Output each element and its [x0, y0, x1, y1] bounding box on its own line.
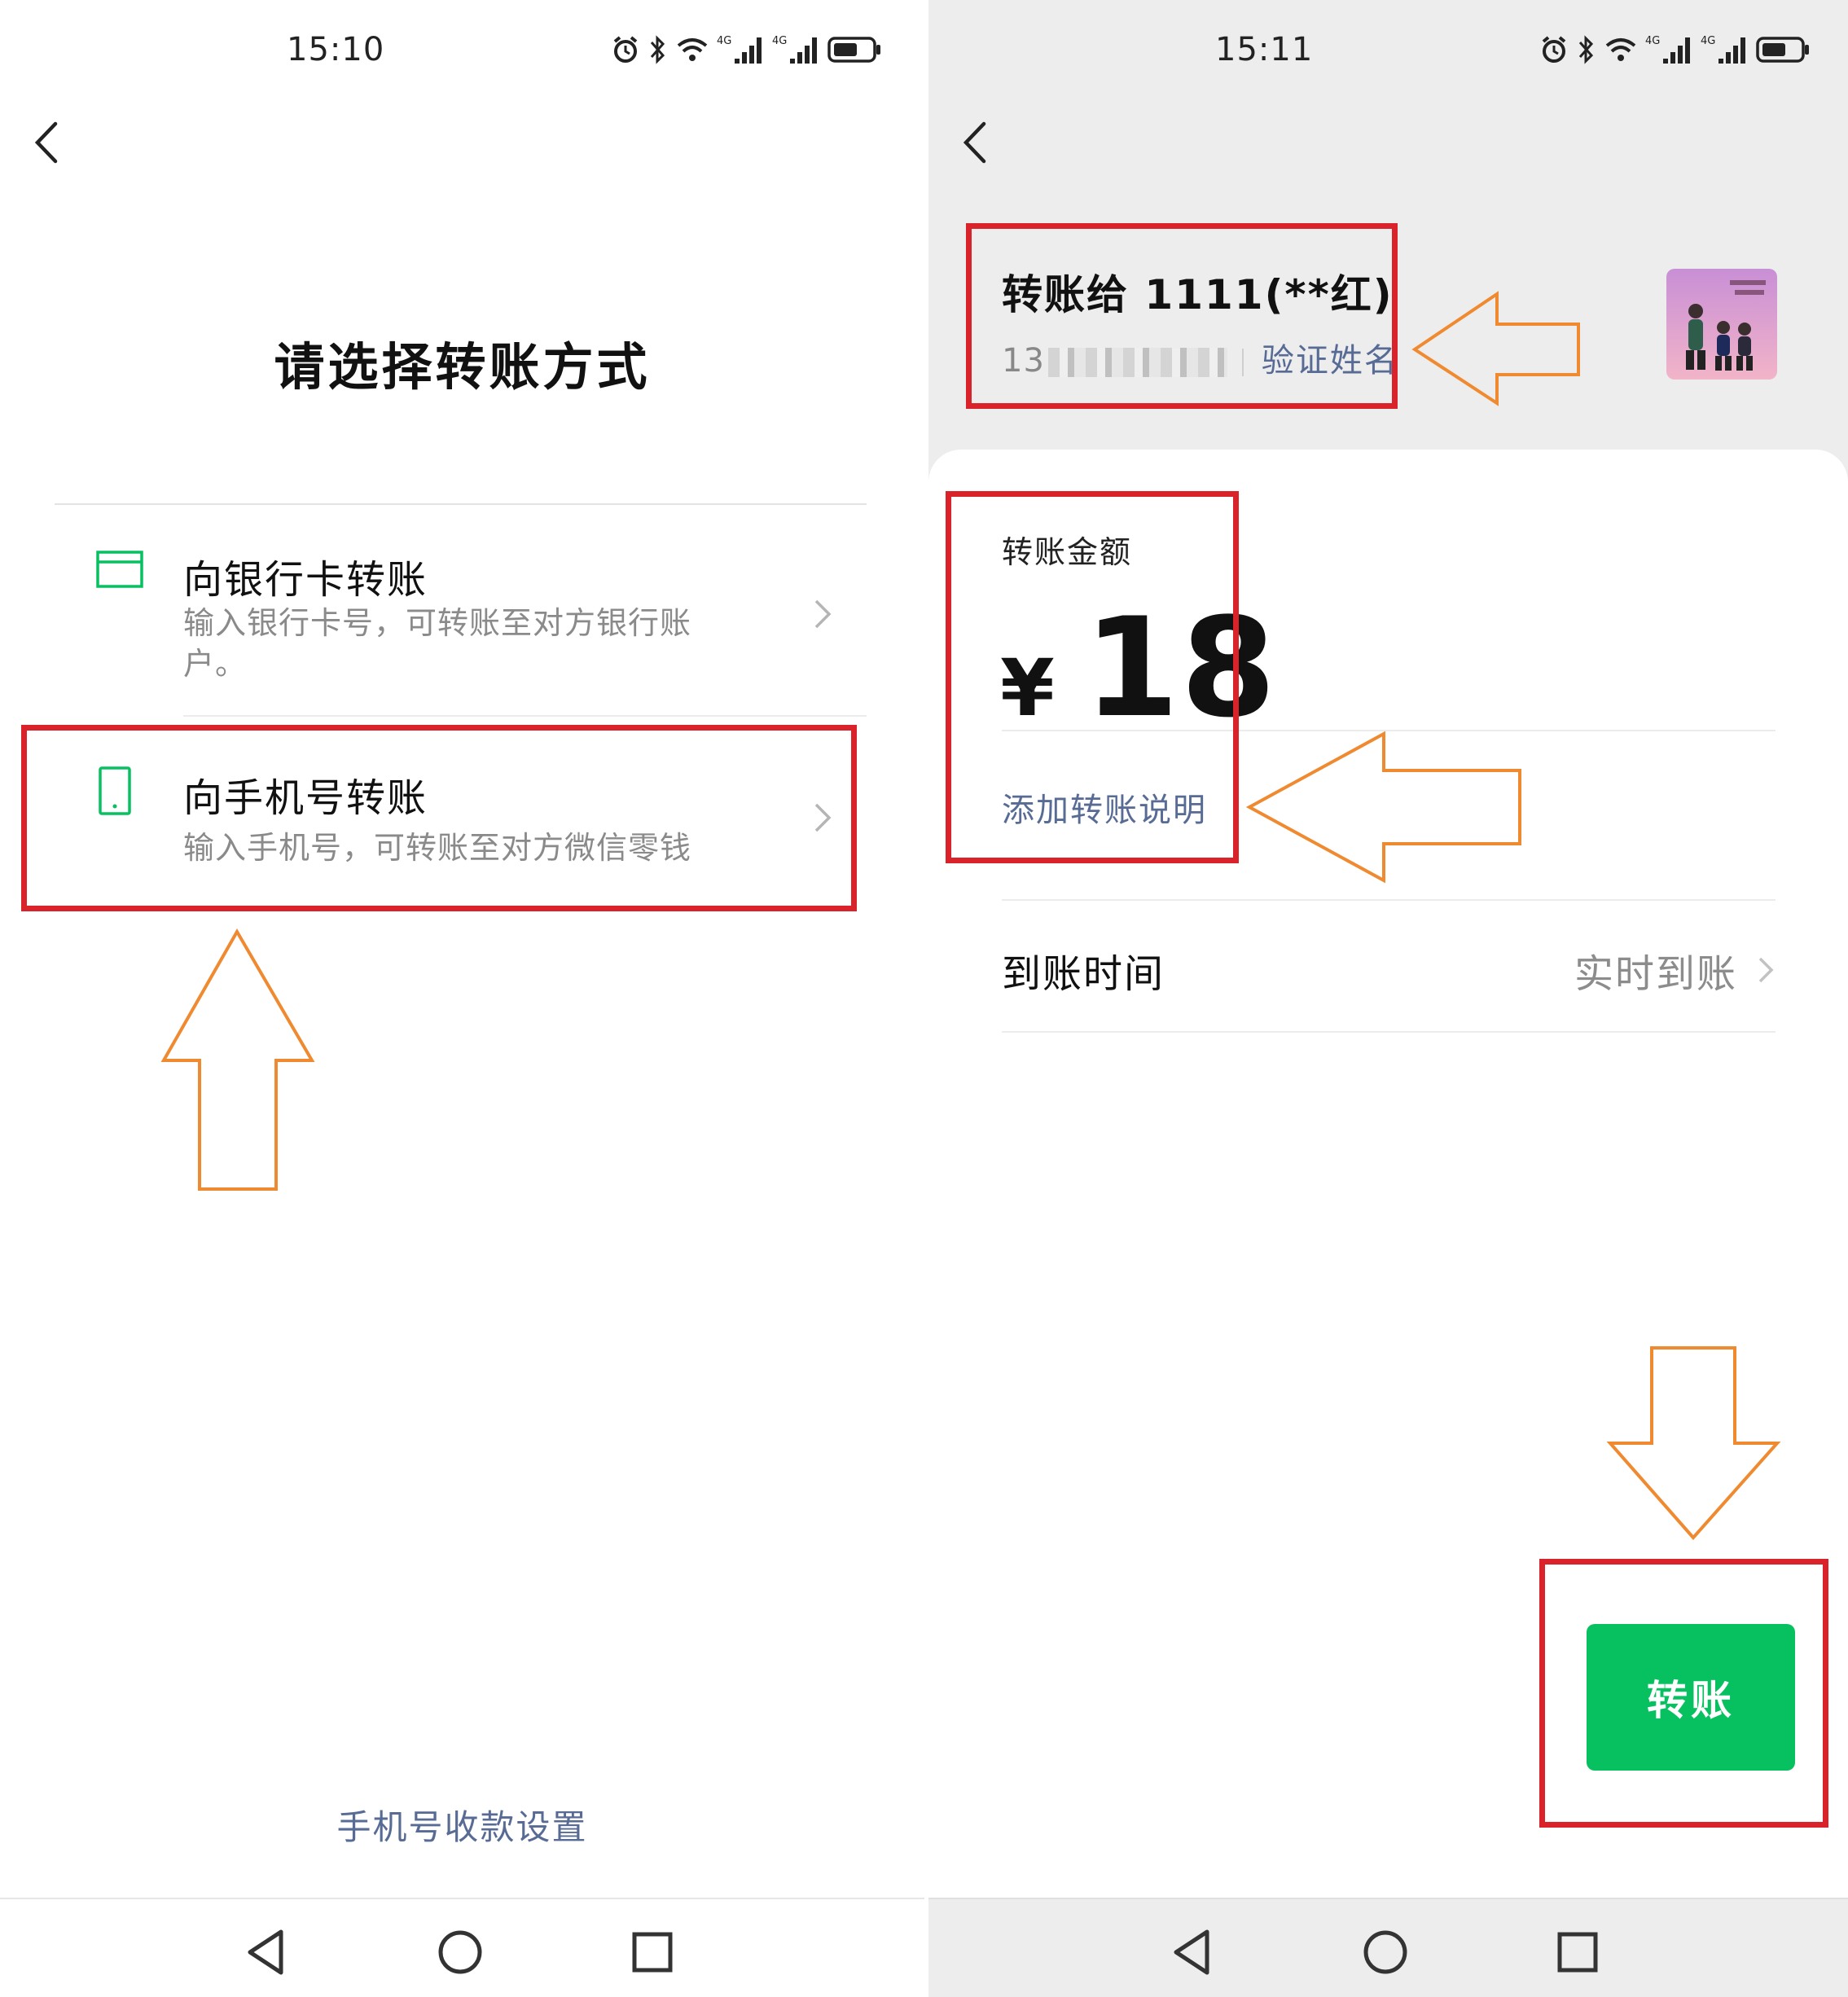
divider — [55, 503, 867, 505]
signal-4g-label: 4G — [772, 35, 787, 47]
system-nav-bar — [928, 1898, 1848, 1997]
divider — [183, 715, 867, 717]
arrival-time-label: 到账时间 — [1002, 951, 1165, 997]
system-nav-bar — [0, 1898, 924, 1997]
battery-icon — [827, 37, 880, 63]
left-screen: 15:10 4G 4G 请选择转账方式 向银行卡转账 输入银行卡号，可转账至对方… — [0, 0, 924, 1997]
phone-receive-settings-link[interactable]: 手机号收款设置 — [0, 1800, 924, 1850]
bluetooth-icon — [650, 35, 665, 64]
signal-4g-label: 4G — [1701, 35, 1715, 47]
status-bar-icons: 4G 4G — [1539, 34, 1810, 65]
wifi-icon — [677, 38, 708, 61]
highlight-box-payee — [966, 223, 1398, 409]
nav-home-icon[interactable] — [1357, 1924, 1414, 1981]
signal-4g-icon: 4G — [717, 35, 762, 64]
option-title: 向银行卡转账 — [183, 557, 428, 603]
arrival-time-value: 实时到账 — [1574, 951, 1737, 997]
highlight-box-amount — [946, 491, 1239, 863]
bank-card-icon — [96, 551, 143, 588]
transfer-to-bank-card-option[interactable]: 向银行卡转账 输入银行卡号，可转账至对方银行账户。 — [55, 538, 867, 709]
back-icon[interactable] — [24, 114, 73, 171]
nav-back-icon[interactable] — [239, 1924, 296, 1981]
bluetooth-icon — [1578, 35, 1594, 64]
highlight-box-transfer-button — [1539, 1559, 1828, 1828]
signal-4g-icon: 4G — [1701, 35, 1745, 64]
nav-back-icon[interactable] — [1165, 1924, 1222, 1981]
nav-home-icon[interactable] — [432, 1924, 489, 1981]
status-time: 15:10 — [287, 31, 385, 68]
highlight-box-phone-option — [21, 725, 857, 911]
arrival-time-selector[interactable]: 实时到账 — [1574, 941, 1775, 998]
nav-recents-icon[interactable] — [1549, 1924, 1606, 1981]
divider — [1002, 1031, 1776, 1033]
status-bar-icons: 4G 4G — [611, 34, 881, 65]
option-description: 输入银行卡号，可转账至对方银行账户。 — [183, 605, 692, 682]
divider — [1002, 899, 1776, 901]
signal-4g-icon: 4G — [1645, 35, 1690, 64]
wifi-icon — [1605, 38, 1636, 61]
battery-icon — [1756, 37, 1809, 63]
alarm-icon — [613, 36, 638, 63]
page-title: 请选择转账方式 — [274, 337, 651, 397]
alarm-icon — [1542, 36, 1566, 63]
signal-4g-label: 4G — [1645, 35, 1660, 47]
signal-4g-label: 4G — [717, 35, 731, 47]
back-icon[interactable] — [953, 114, 1002, 171]
chevron-right-icon — [1758, 957, 1774, 983]
status-time: 15:11 — [1215, 31, 1314, 68]
chevron-right-icon — [814, 599, 832, 629]
nav-recents-icon[interactable] — [624, 1924, 681, 1981]
payee-avatar — [1666, 269, 1777, 380]
signal-4g-icon: 4G — [772, 35, 817, 64]
